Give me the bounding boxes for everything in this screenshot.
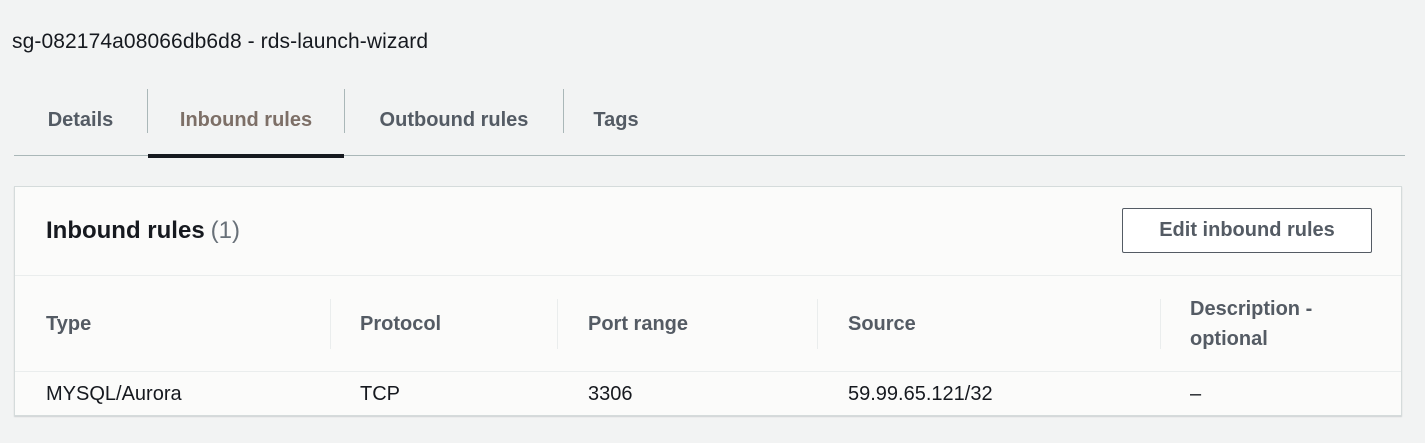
cell-port-range: 3306 [588,383,633,405]
cell-source: 59.99.65.121/32 [848,383,993,405]
column-header-type[interactable]: Type [46,277,326,371]
inbound-rules-table: Type Protocol Port range Source Descript… [15,277,1401,416]
panel-title: Inbound rules (1) [46,217,240,245]
column-divider [557,299,558,349]
column-header-protocol[interactable]: Protocol [360,277,550,371]
cell-description: – [1190,383,1202,405]
table-header: Type Protocol Port range Source Descript… [15,277,1401,371]
tab-outbound-rules[interactable]: Outbound rules [345,84,563,156]
column-divider [1160,299,1161,349]
column-header-source[interactable]: Source [848,277,1148,371]
inbound-rules-panel: Inbound rules (1) Edit inbound rules Type… [14,186,1402,416]
panel-title-text: Inbound rules [46,217,205,244]
column-header-port-range[interactable]: Port range [588,277,808,371]
panel-header: Inbound rules (1) Edit inbound rules [15,187,1401,276]
security-group-detail-page: sg-082174a08066db6d8 - rds-launch-wizard… [0,0,1425,443]
edit-inbound-rules-button[interactable]: Edit inbound rules [1122,208,1372,253]
column-divider [330,299,331,349]
tab-tags[interactable]: Tags [564,84,668,156]
table-row[interactable]: MYSQL/Aurora TCP 3306 59.99.65.121/32 – [15,371,1401,416]
column-header-description[interactable]: Description - optional [1190,277,1350,371]
tab-bar: Details Inbound rules Outbound rules Tag… [14,84,1405,158]
tab-details[interactable]: Details [14,84,147,156]
cell-type: MYSQL/Aurora [46,383,182,405]
page-title: sg-082174a08066db6d8 - rds-launch-wizard [12,30,429,53]
tab-inbound-rules[interactable]: Inbound rules [148,84,344,158]
column-divider [817,299,818,349]
rule-count: (1) [210,217,241,244]
cell-protocol: TCP [360,383,400,405]
